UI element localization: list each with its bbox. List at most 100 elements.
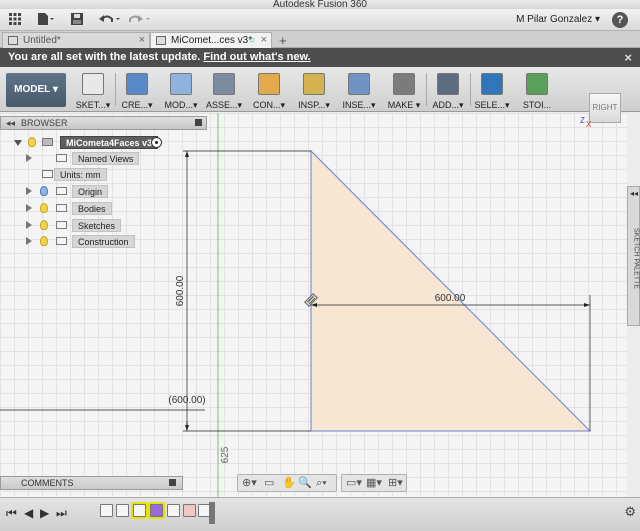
timeline-first-icon[interactable]: ⏮ bbox=[6, 506, 17, 520]
orbit-icon[interactable]: ⊕▾ bbox=[242, 477, 257, 489]
ribbon-stop-sketch-button[interactable]: STOI... bbox=[516, 70, 558, 110]
ribbon-create-button[interactable]: CRE...▾ bbox=[116, 70, 158, 110]
ribbon-insert-button[interactable]: INSE...▾ bbox=[338, 70, 380, 110]
pin-icon[interactable] bbox=[195, 119, 202, 126]
timeline-marker[interactable] bbox=[209, 502, 215, 524]
tree-item-label: Bodies bbox=[72, 202, 112, 215]
timeline-feature-extrude[interactable] bbox=[150, 504, 163, 517]
visibility-bulb-icon[interactable] bbox=[40, 186, 48, 196]
ribbon-button-label: CON...▾ bbox=[252, 100, 286, 110]
activate-radio-icon[interactable] bbox=[151, 137, 162, 148]
grid-icon[interactable]: ▦▾ bbox=[366, 477, 382, 489]
timeline-last-icon[interactable]: ⏭ bbox=[56, 506, 67, 520]
select-icon bbox=[481, 73, 503, 95]
browser-tree-item[interactable]: Bodies bbox=[26, 202, 146, 215]
folder-icon bbox=[56, 221, 67, 229]
gear-icon[interactable]: ⚙ bbox=[624, 504, 636, 520]
expand-icon[interactable] bbox=[14, 140, 22, 146]
visibility-bulb-icon[interactable] bbox=[40, 236, 48, 246]
ribbon-button-label: MOD...▾ bbox=[164, 100, 198, 110]
browser-root-item[interactable]: MiCometa4Faces v3 bbox=[14, 136, 164, 149]
ribbon-select-button[interactable]: SELE...▾ bbox=[471, 70, 513, 110]
grid-menu-icon[interactable] bbox=[8, 12, 22, 28]
quick-access-toolbar: M Pilar Gonzalez ▾ ? bbox=[0, 9, 640, 31]
tab-untitled[interactable]: Untitled* × bbox=[2, 32, 150, 48]
ribbon-assemble-button[interactable]: ASSE...▾ bbox=[203, 70, 245, 110]
expand-icon[interactable] bbox=[26, 237, 32, 245]
expand-icon[interactable]: ◂◂ bbox=[630, 189, 638, 198]
user-account-menu[interactable]: M Pilar Gonzalez ▾ bbox=[516, 14, 600, 25]
browser-tree-item[interactable]: Units: mm bbox=[26, 168, 146, 181]
expand-icon[interactable] bbox=[26, 187, 32, 195]
file-icon[interactable] bbox=[36, 12, 54, 28]
browser-tree-item[interactable]: Sketches bbox=[26, 219, 146, 232]
ribbon-modify-button[interactable]: MOD...▾ bbox=[160, 70, 202, 110]
navigation-tools-group: ⊕▾ ▭ ✋ 🔍 ⌕▾ bbox=[237, 474, 337, 492]
tree-item-label: Named Views bbox=[72, 152, 140, 165]
navigation-bar: ⊕▾ ▭ ✋ 🔍 ⌕▾ ▭▾ ▦▾ ⊞▾ bbox=[237, 474, 407, 492]
browser-title: BROWSER bbox=[21, 118, 68, 128]
visibility-bulb-icon[interactable] bbox=[28, 137, 36, 147]
tree-item-label: Construction bbox=[72, 235, 135, 248]
viewports-icon[interactable]: ⊞▾ bbox=[388, 477, 403, 489]
visibility-bulb-icon[interactable] bbox=[40, 203, 48, 213]
comments-panel-header[interactable]: COMMENTS bbox=[0, 476, 183, 490]
stop-sketch-icon bbox=[526, 73, 548, 95]
save-icon[interactable] bbox=[70, 12, 84, 28]
zoom-icon[interactable]: 🔍 bbox=[298, 477, 312, 489]
document-icon bbox=[156, 36, 166, 45]
browser-tree-item[interactable]: Named Views bbox=[26, 152, 146, 165]
help-button[interactable]: ? bbox=[612, 12, 628, 28]
close-icon[interactable]: × bbox=[139, 33, 145, 48]
ribbon-make-button[interactable]: MAKE ▾ bbox=[383, 70, 425, 110]
timeline-feature-sketch[interactable] bbox=[167, 504, 180, 517]
ribbon-sketch-button[interactable]: SKET...▾ bbox=[72, 70, 114, 110]
expand-icon[interactable] bbox=[26, 221, 32, 229]
browser-tree-item[interactable]: Construction bbox=[26, 235, 146, 248]
timeline-previous-icon[interactable]: ◀ bbox=[24, 506, 33, 520]
whats-new-link[interactable]: Find out what's new. bbox=[203, 51, 310, 63]
tab-micometa[interactable]: MiComet...ces v3* ○ × bbox=[150, 32, 272, 48]
timeline-feature-sketch[interactable] bbox=[116, 504, 129, 517]
look-at-icon[interactable]: ▭ bbox=[264, 477, 274, 489]
workspace-switcher-button[interactable]: MODEL ▾ bbox=[6, 73, 66, 107]
timeline-play-icon[interactable]: ▶ bbox=[40, 506, 49, 520]
timeline-feature-body[interactable] bbox=[183, 504, 196, 517]
ribbon-button-label: INSE...▾ bbox=[342, 100, 376, 110]
visibility-bulb-icon[interactable] bbox=[40, 220, 48, 230]
ribbon-button-label: MAKE ▾ bbox=[387, 100, 421, 110]
sketch-palette-tab[interactable]: ◂◂ SKETCH PALETTE bbox=[627, 186, 640, 326]
sketch-icon bbox=[82, 73, 104, 95]
close-icon[interactable]: × bbox=[261, 33, 267, 48]
folder-icon bbox=[56, 154, 67, 162]
expand-icon[interactable] bbox=[26, 154, 32, 162]
browser-tree-item[interactable]: Origin bbox=[26, 185, 146, 198]
timeline-feature-sketch[interactable] bbox=[100, 504, 113, 517]
fit-icon[interactable]: ⌕▾ bbox=[316, 477, 327, 489]
window-title-bar: Autodesk Fusion 360 bbox=[0, 0, 640, 9]
ribbon-inspect-button[interactable]: INSP...▾ bbox=[293, 70, 335, 110]
document-icon bbox=[42, 170, 53, 178]
pan-icon[interactable]: ✋ bbox=[282, 477, 296, 489]
redo-icon[interactable] bbox=[128, 12, 152, 28]
modify-icon bbox=[170, 73, 192, 95]
undo-icon[interactable] bbox=[98, 12, 122, 28]
ribbon-button-label: STOI... bbox=[522, 100, 552, 110]
dimension-label-vertical: 600.00 bbox=[175, 275, 186, 306]
axis-x-label: X bbox=[586, 120, 592, 129]
collapse-icon[interactable]: ◂◂ bbox=[6, 117, 15, 129]
timeline-feature-sketch[interactable] bbox=[133, 504, 146, 517]
browser-panel-header[interactable]: ◂◂ BROWSER bbox=[0, 116, 207, 130]
display-mode-icon[interactable]: ▭▾ bbox=[346, 477, 362, 489]
ribbon-addins-button[interactable]: ADD...▾ bbox=[427, 70, 469, 110]
view-cube[interactable]: RIGHT bbox=[589, 93, 621, 123]
expand-icon[interactable] bbox=[26, 204, 32, 212]
ribbon-button-label: CRE...▾ bbox=[121, 100, 153, 110]
pin-icon[interactable] bbox=[169, 479, 176, 486]
axis-z-label: Z bbox=[580, 116, 585, 125]
ribbon-button-label: SELE...▾ bbox=[474, 100, 510, 110]
new-tab-button[interactable]: + bbox=[279, 33, 287, 48]
ribbon-construct-button[interactable]: CON...▾ bbox=[248, 70, 290, 110]
dimension-arrow bbox=[584, 303, 590, 307]
close-icon[interactable]: × bbox=[624, 48, 632, 67]
